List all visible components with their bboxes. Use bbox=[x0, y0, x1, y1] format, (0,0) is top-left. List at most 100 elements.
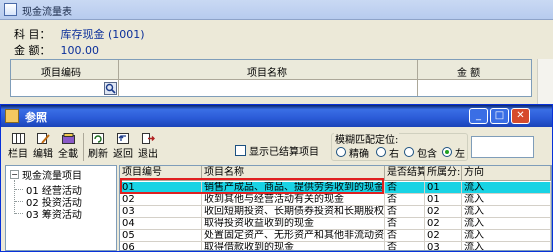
folder-icon bbox=[5, 109, 19, 123]
exit-label: 退出 bbox=[138, 149, 158, 160]
columns-label: 栏目 bbox=[8, 149, 28, 160]
table-cell: 流入 bbox=[462, 194, 551, 206]
lookup-button[interactable] bbox=[104, 82, 117, 95]
tree-line bbox=[15, 213, 23, 214]
radio-left[interactable] bbox=[442, 147, 452, 157]
edit-button[interactable]: 编辑 bbox=[32, 133, 54, 161]
table-cell: 否 bbox=[385, 230, 425, 242]
toolbar-divider bbox=[83, 133, 84, 161]
fuzzy-match-label: 模糊匹配定位: bbox=[334, 131, 400, 146]
radio-exact[interactable] bbox=[336, 147, 346, 157]
radio-contains[interactable] bbox=[404, 147, 414, 157]
refresh-label: 刷新 bbox=[88, 149, 108, 160]
table-cell: 02 bbox=[425, 230, 462, 242]
refresh-button[interactable]: 刷新 bbox=[87, 133, 109, 161]
table-cell: 02 bbox=[425, 206, 462, 218]
table-cell: 04 bbox=[120, 218, 202, 230]
tree-line bbox=[15, 189, 23, 190]
load-all-label: 全載 bbox=[58, 149, 78, 160]
cash-flow-window-title: 现金流量表 bbox=[22, 7, 72, 18]
table-cell: 01 bbox=[425, 194, 462, 206]
amount-row: 金 额： 100.00 bbox=[14, 42, 99, 58]
tree-root[interactable]: 现金流量项目 bbox=[22, 167, 82, 182]
table-cell: 收回短期投资、长期债券投资和长期股权投 bbox=[204, 206, 385, 218]
maximize-button[interactable]: □ bbox=[490, 108, 509, 124]
table-row[interactable]: 04 取得投资收益收到的现金否 02 流入 bbox=[120, 218, 551, 230]
edit-icon bbox=[36, 133, 50, 144]
col-settled[interactable]: 是否结算 bbox=[385, 166, 425, 181]
subject-label: 科 目： bbox=[14, 28, 51, 41]
show-closed-label: 显示已结算项目 bbox=[249, 147, 319, 158]
search-input[interactable] bbox=[471, 136, 534, 158]
table-row[interactable]: 05 处置固定资产、无形资产和其他非流动资产否 02 流入 bbox=[120, 230, 551, 242]
table-row[interactable]: 03 收回短期投资、长期债券投资和长期股权投否 02 流入 bbox=[120, 206, 551, 218]
radio-exact-label: 精确 bbox=[349, 149, 369, 160]
table-cell: 流入 bbox=[462, 242, 551, 250]
window-app-icon bbox=[4, 3, 17, 16]
radio-right[interactable] bbox=[376, 147, 386, 157]
project-tree: − 现金流量项目 01 经营活动 02 投资活动 03 筹资活动 bbox=[5, 165, 117, 251]
close-button[interactable]: ✕ bbox=[511, 108, 530, 124]
exit-icon bbox=[141, 133, 155, 144]
table-cell: 03 bbox=[120, 206, 202, 218]
cash-flow-table: 项目编码 项目名称 金 额 bbox=[10, 59, 532, 97]
table-row[interactable]: 06 取得借款收到的现金否 03 流入 bbox=[120, 242, 551, 250]
show-closed-checkbox[interactable] bbox=[235, 145, 246, 156]
dialog-title-bar[interactable]: 参照 _ □ ✕ bbox=[1, 105, 552, 127]
table-cell: 01 bbox=[425, 182, 462, 194]
table-cell: 否 bbox=[385, 194, 425, 206]
subject-row: 科 目： 库存现金 (1001) bbox=[14, 26, 145, 42]
table-row[interactable]: 02 收到其他与经营活动有关的现金否 01 流入 bbox=[120, 194, 551, 206]
table-cell: 处置固定资产、无形资产和其他非流动资产 bbox=[204, 230, 385, 242]
col-direction[interactable]: 方向 bbox=[462, 166, 551, 181]
fuzzy-match-group: 模糊匹配定位: 精确 右 包含 左 bbox=[331, 131, 468, 161]
edit-label: 编辑 bbox=[33, 149, 53, 160]
table-cell: 否 bbox=[385, 182, 425, 194]
tree-collapse-toggle[interactable]: − bbox=[10, 170, 19, 179]
tree-item-financing[interactable]: 03 筹资活动 bbox=[26, 206, 82, 221]
reference-dialog: 参照 _ □ ✕ 栏目 编辑 全載 刷新 返回 退出 显示已结算项目 模糊匹配定… bbox=[0, 104, 553, 252]
table-cell: 否 bbox=[385, 218, 425, 230]
table-cell: 否 bbox=[385, 242, 425, 250]
columns-button[interactable]: 栏目 bbox=[7, 133, 29, 161]
load-all-icon bbox=[61, 133, 75, 144]
col-amount: 金 额 bbox=[457, 68, 481, 79]
table-cell: 取得借款收到的现金 bbox=[202, 242, 385, 250]
radio-right-label: 右 bbox=[389, 149, 399, 160]
amount-value: 100.00 bbox=[60, 44, 100, 57]
selection-highlight-box bbox=[120, 178, 384, 194]
col-item-name: 项目名称 bbox=[247, 68, 287, 79]
col-divider bbox=[417, 60, 418, 96]
return-button[interactable]: 返回 bbox=[112, 133, 134, 161]
table-cell: 06 bbox=[120, 242, 202, 250]
return-icon bbox=[116, 133, 129, 144]
amount-label: 金 额： bbox=[14, 44, 51, 57]
columns-icon bbox=[11, 133, 25, 144]
table-cell: 取得投资收益收到的现金 bbox=[202, 218, 385, 230]
cash-flow-table-header: 项目编码 项目名称 金 额 bbox=[11, 60, 531, 80]
radio-contains-label: 包含 bbox=[417, 149, 437, 160]
table-cell: 流入 bbox=[462, 218, 551, 230]
table-cell: 03 bbox=[425, 242, 462, 250]
col-category[interactable]: 所属分: bbox=[425, 166, 462, 181]
col-item-code: 项目编码 bbox=[41, 68, 81, 79]
table-cell: 收到其他与经营活动有关的现金 bbox=[202, 194, 385, 206]
radio-left-label: 左 bbox=[455, 149, 465, 160]
cash-flow-title-bar: 现金流量表 bbox=[0, 0, 553, 20]
table-cell: 02 bbox=[425, 218, 462, 230]
search-icon bbox=[105, 83, 116, 94]
table-cell: 02 bbox=[120, 194, 202, 206]
exit-button[interactable]: 退出 bbox=[137, 133, 159, 161]
tree-line bbox=[15, 201, 23, 202]
table-cell: 流入 bbox=[462, 206, 551, 218]
tree-line bbox=[14, 180, 15, 214]
col-divider bbox=[118, 60, 119, 96]
subject-value: 库存现金 (1001) bbox=[60, 28, 145, 41]
refresh-icon bbox=[91, 133, 104, 144]
return-label: 返回 bbox=[113, 149, 133, 160]
dialog-title: 参照 bbox=[25, 111, 47, 124]
load-all-button[interactable]: 全載 bbox=[57, 133, 79, 161]
minimize-button[interactable]: _ bbox=[469, 108, 488, 124]
table-cell: 05 bbox=[120, 230, 202, 242]
table-cell: 流入 bbox=[462, 182, 551, 194]
